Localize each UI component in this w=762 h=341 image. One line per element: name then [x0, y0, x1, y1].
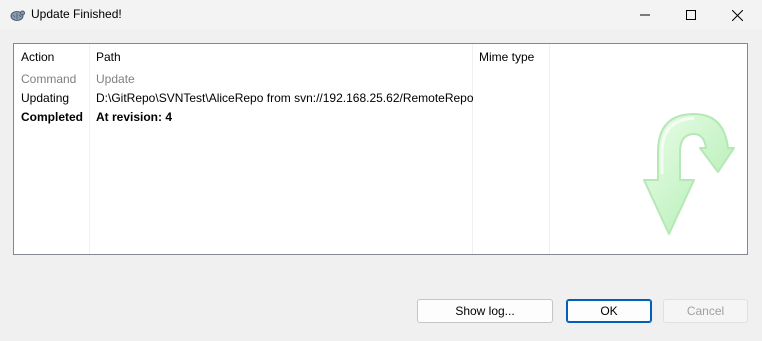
column-header-action[interactable]: Action [21, 50, 54, 64]
minimize-icon [640, 14, 650, 16]
row-action[interactable]: Updating [21, 91, 69, 105]
row-path[interactable]: At revision: 4 [96, 110, 172, 124]
minimize-button[interactable] [622, 0, 668, 30]
show-log-button[interactable]: Show log... [417, 299, 553, 323]
close-icon [731, 9, 743, 21]
window-title: Update Finished! [31, 7, 122, 21]
column-header-mime-type[interactable]: Mime type [479, 50, 534, 64]
column-header-path[interactable]: Path [96, 50, 121, 64]
row-path[interactable]: D:\GitRepo\SVNTest\AliceRepo from svn://… [96, 91, 474, 105]
maximize-button[interactable] [668, 0, 714, 30]
maximize-icon [686, 10, 696, 20]
tortoise-app-icon [9, 7, 25, 23]
cancel-button[interactable]: Cancel [663, 299, 748, 323]
column-separator [472, 44, 473, 254]
row-action[interactable]: Command [21, 72, 76, 86]
column-separator [89, 44, 90, 254]
row-action[interactable]: Completed [21, 110, 83, 124]
title-bar: Update Finished! [0, 0, 762, 30]
row-path[interactable]: Update [96, 72, 135, 86]
ok-button[interactable]: OK [566, 299, 652, 323]
update-arrow-icon [643, 113, 735, 235]
column-separator [549, 44, 550, 254]
close-button[interactable] [714, 0, 760, 30]
